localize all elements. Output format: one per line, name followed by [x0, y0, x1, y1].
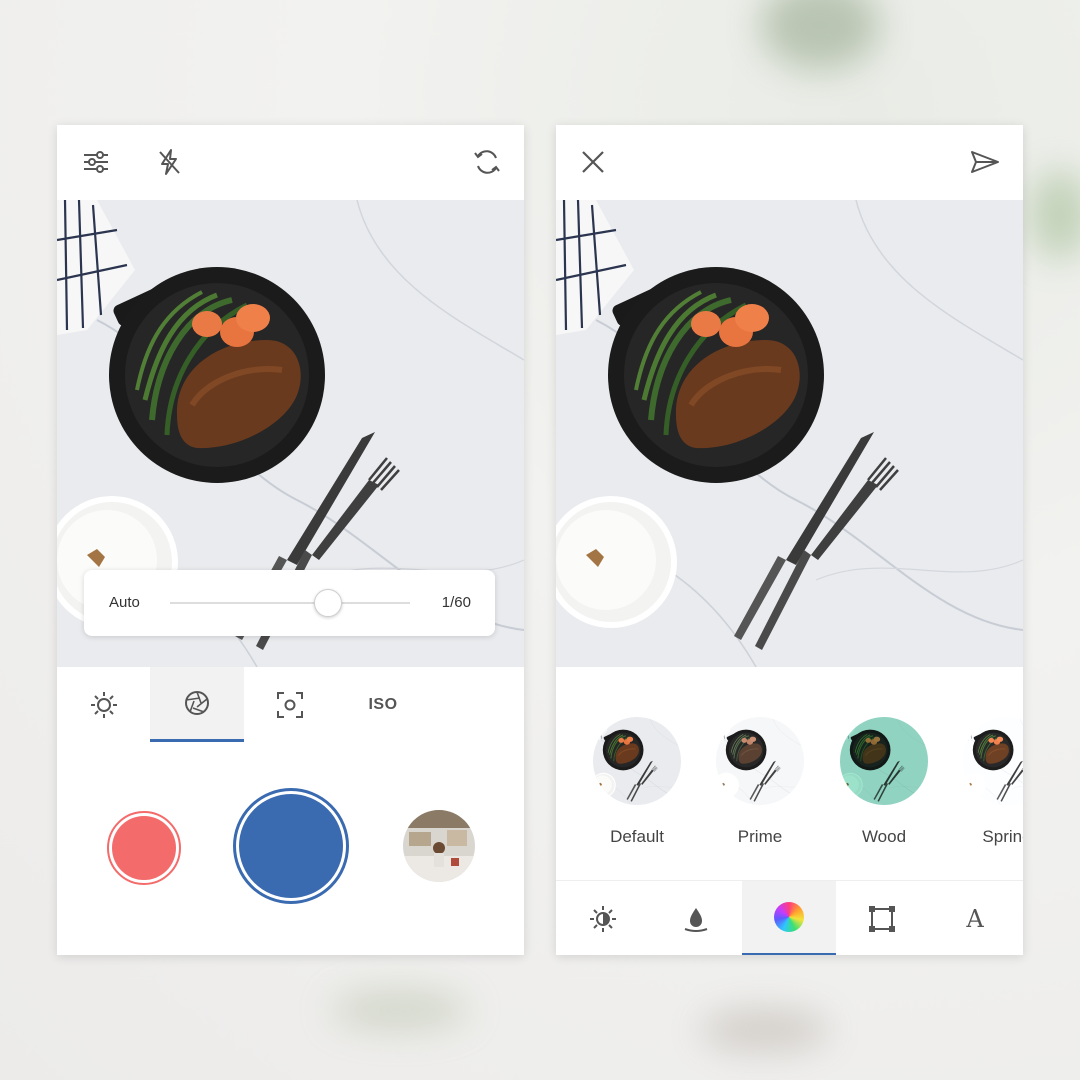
filter-wood[interactable]: Wood	[839, 717, 929, 847]
camera-mode-tabs: ISO	[57, 667, 524, 742]
edit-toolbar	[556, 125, 1023, 200]
filter-thumbnail	[963, 717, 1023, 805]
record-button[interactable]	[107, 811, 181, 885]
exposure-icon	[590, 905, 616, 932]
background-blur	[760, 0, 880, 70]
filter-label: Default	[610, 827, 664, 846]
tab-iso[interactable]: ISO	[336, 667, 430, 742]
tab-exposure[interactable]	[556, 881, 650, 955]
tab-brightness[interactable]	[57, 667, 151, 742]
shutter-slider-knob[interactable]	[314, 589, 343, 617]
filter-label: Spring	[982, 827, 1023, 846]
shutter-value: 1/60	[441, 594, 471, 611]
drop-icon	[684, 907, 708, 932]
sliders-icon[interactable]	[81, 147, 111, 177]
tab-focus[interactable]	[243, 667, 337, 742]
edit-screen: Default Prime Wood Spring	[556, 125, 1023, 955]
camera-screen: Auto 1/60 ISO	[57, 125, 524, 955]
camera-toolbar	[57, 125, 524, 200]
filter-prime[interactable]: Prime	[715, 717, 805, 847]
tab-aperture[interactable]	[150, 667, 244, 742]
tab-drop[interactable]	[649, 881, 743, 955]
background-blur	[700, 1010, 830, 1050]
gallery-thumbnail[interactable]	[403, 810, 475, 882]
focus-icon	[277, 691, 303, 718]
iso-label: ISO	[368, 695, 398, 713]
filter-label: Prime	[737, 827, 783, 846]
filter-default[interactable]: Default	[592, 717, 682, 847]
text-icon: A	[966, 904, 984, 933]
food-photo	[556, 200, 1023, 667]
filter-thumbnail	[716, 717, 804, 805]
edit-preview	[556, 200, 1023, 667]
brightness-icon	[91, 691, 117, 718]
background-blur	[1030, 170, 1080, 260]
filter-thumbnail	[840, 717, 928, 805]
filter-thumbnail	[593, 717, 681, 805]
tab-text[interactable]: A	[928, 881, 1022, 955]
flash-off-icon[interactable]	[154, 147, 184, 177]
aperture-icon	[185, 691, 209, 715]
switch-camera-icon[interactable]	[472, 147, 502, 177]
auto-label[interactable]: Auto	[109, 594, 140, 611]
background-blur	[330, 990, 470, 1030]
crop-icon	[869, 905, 895, 932]
tab-crop[interactable]	[835, 881, 929, 955]
shutter-slider-track[interactable]	[170, 589, 410, 617]
gallery-photo	[403, 810, 475, 882]
shutter-speed-control: Auto 1/60	[84, 570, 495, 636]
send-icon[interactable]	[970, 147, 1000, 177]
filter-spring[interactable]: Spring	[962, 717, 1023, 847]
shutter-button[interactable]	[233, 788, 349, 904]
filter-label: Wood	[861, 827, 907, 846]
filter-strip: Default Prime Wood Spring	[556, 717, 1023, 857]
edit-tool-tabs: A	[556, 880, 1023, 955]
color-wheel-icon	[774, 902, 804, 932]
tab-color[interactable]	[742, 881, 836, 955]
close-icon[interactable]	[578, 147, 608, 177]
